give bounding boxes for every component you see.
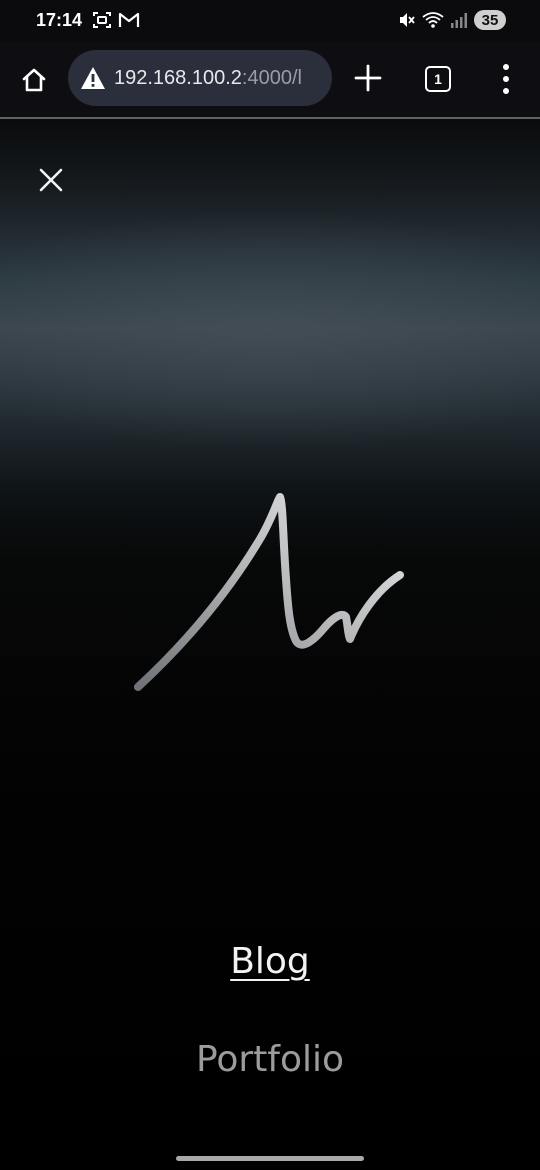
status-right-icons: 35: [398, 10, 506, 30]
phone-screen: 17:14 35 192.168.100.2:4000/l 1 Blog Por…: [0, 0, 540, 1170]
system-nav-bar: [0, 1149, 540, 1170]
url-text: 192.168.100.2:4000/l: [114, 67, 324, 90]
home-icon: [22, 68, 46, 92]
new-tab-button[interactable]: [352, 62, 384, 94]
signature-logo: [134, 493, 404, 691]
web-page: Blog Portfolio: [0, 119, 540, 1149]
screenshot-icon: [93, 12, 111, 28]
close-icon: [39, 168, 63, 192]
menu-dot: [503, 76, 509, 82]
url-path: :4000/l: [241, 66, 302, 89]
menu-dot: [503, 88, 509, 94]
plus-icon: [354, 64, 382, 92]
status-time: 17:14: [36, 10, 83, 30]
warning-icon: [81, 67, 105, 89]
status-left-icons: [92, 11, 140, 29]
url-bar[interactable]: 192.168.100.2:4000/l: [68, 50, 332, 106]
home-button[interactable]: [16, 62, 52, 98]
browser-toolbar: 192.168.100.2:4000/l 1: [0, 42, 540, 118]
status-bar: 17:14 35: [0, 0, 540, 42]
gesture-handle[interactable]: [176, 1156, 364, 1161]
battery-indicator: 35: [474, 10, 506, 30]
nav-link-blog[interactable]: Blog: [0, 941, 540, 982]
signal-icon: [451, 13, 467, 28]
menu-dot: [503, 64, 509, 70]
tab-switcher-button[interactable]: 1: [425, 66, 451, 92]
more-vert-icon[interactable]: [494, 64, 518, 94]
url-host: 192.168.100.2: [114, 66, 242, 89]
close-menu-button[interactable]: [38, 167, 64, 193]
gmail-icon: [118, 12, 140, 27]
mute-icon: [400, 13, 415, 27]
wifi-icon: [422, 12, 444, 28]
nav-link-portfolio[interactable]: Portfolio: [0, 1039, 540, 1080]
